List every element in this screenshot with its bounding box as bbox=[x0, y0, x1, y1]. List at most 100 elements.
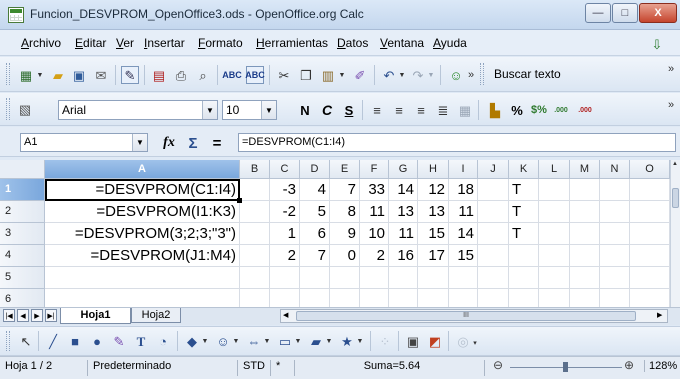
cell-n5[interactable] bbox=[600, 267, 630, 289]
cell-f3[interactable]: 10 bbox=[360, 223, 389, 245]
cell-c6[interactable] bbox=[270, 289, 300, 307]
formula-input[interactable]: =DESVPROM(C1:I4) bbox=[238, 133, 676, 152]
cell-g3[interactable]: 11 bbox=[389, 223, 418, 245]
arrows-dropdown-icon[interactable]: ▼ bbox=[264, 332, 271, 350]
cell-j2[interactable] bbox=[478, 201, 509, 223]
menu-archivo[interactable]: Archivo bbox=[21, 36, 61, 50]
email-icon[interactable]: ✉ bbox=[92, 66, 110, 84]
minimize-button[interactable]: — bbox=[585, 3, 611, 23]
percent-format-button[interactable]: % bbox=[508, 101, 526, 119]
function-wizard-button[interactable]: fx bbox=[160, 134, 178, 152]
row-header[interactable]: 5 bbox=[0, 267, 45, 289]
cell-d6[interactable] bbox=[300, 289, 330, 307]
cell-k5[interactable] bbox=[509, 267, 539, 289]
cell-f2[interactable]: 11 bbox=[360, 201, 389, 223]
column-header-c[interactable]: C bbox=[270, 160, 300, 179]
font-name-select[interactable]: Arial ▼ bbox=[58, 100, 218, 120]
chevron-down-icon[interactable]: ▼ bbox=[202, 101, 217, 119]
row-header[interactable]: 6 bbox=[0, 289, 45, 307]
cell-o3[interactable] bbox=[630, 223, 670, 245]
cell-j1[interactable] bbox=[478, 179, 509, 201]
add-decimal-button[interactable]: .000 bbox=[552, 101, 570, 119]
scroll-right-icon[interactable]: ▶ bbox=[657, 311, 662, 319]
cell-k4[interactable] bbox=[509, 245, 539, 267]
cell-e3[interactable]: 9 bbox=[330, 223, 360, 245]
zoom-in-icon[interactable]: ⊕ bbox=[624, 358, 634, 372]
delete-decimal-button[interactable]: .000 bbox=[576, 101, 594, 119]
cell-h4[interactable]: 17 bbox=[418, 245, 449, 267]
update-icon[interactable]: ⇩ bbox=[648, 35, 666, 53]
column-header-d[interactable]: D bbox=[300, 160, 330, 179]
cell-g1[interactable]: 14 bbox=[389, 179, 418, 201]
cell-c5[interactable] bbox=[270, 267, 300, 289]
cell-c4[interactable]: 2 bbox=[270, 245, 300, 267]
menu-datos[interactable]: Datos bbox=[337, 36, 368, 50]
cell-h6[interactable] bbox=[418, 289, 449, 307]
new-document-icon[interactable]: ▦ bbox=[17, 66, 35, 84]
toolbar-overflow-icon[interactable]: » bbox=[468, 66, 474, 84]
cell-a2[interactable]: =DESVPROM(I1:K3) bbox=[45, 201, 240, 223]
last-sheet-icon[interactable]: ▶| bbox=[45, 309, 57, 322]
row-header[interactable]: 3 bbox=[0, 223, 45, 245]
cell-e4[interactable]: 0 bbox=[330, 245, 360, 267]
cell-o1[interactable] bbox=[630, 179, 670, 201]
paste-dropdown-icon[interactable]: ▼ bbox=[339, 66, 346, 84]
zoom-slider-thumb[interactable] bbox=[563, 362, 568, 372]
cell-e2[interactable]: 8 bbox=[330, 201, 360, 223]
cell-i6[interactable] bbox=[449, 289, 478, 307]
column-header-m[interactable]: M bbox=[570, 160, 600, 179]
toolbar-overflow-icon[interactable]: ▾ bbox=[472, 334, 478, 352]
cell-a6[interactable] bbox=[45, 289, 240, 307]
symbol-shapes-icon[interactable]: ☺ bbox=[214, 332, 232, 350]
row-header[interactable]: 4 bbox=[0, 245, 45, 267]
cell-o2[interactable] bbox=[630, 201, 670, 223]
callout-icon[interactable]: ◔ bbox=[154, 332, 172, 350]
menu-ayuda[interactable]: Ayuda bbox=[433, 36, 467, 50]
cell-n3[interactable] bbox=[600, 223, 630, 245]
column-header-f[interactable]: F bbox=[360, 160, 389, 179]
cell-n1[interactable] bbox=[600, 179, 630, 201]
cell-a5[interactable] bbox=[45, 267, 240, 289]
cell-h5[interactable] bbox=[418, 267, 449, 289]
ellipse-icon[interactable]: ● bbox=[88, 332, 106, 350]
cell-d5[interactable] bbox=[300, 267, 330, 289]
toolbar-overflow-icon[interactable]: » bbox=[668, 96, 674, 114]
cell-j6[interactable] bbox=[478, 289, 509, 307]
styles-icon[interactable]: ▧ bbox=[16, 100, 34, 118]
cell-m6[interactable] bbox=[570, 289, 600, 307]
cell-b4[interactable] bbox=[240, 245, 270, 267]
callouts-dropdown-icon[interactable]: ▼ bbox=[326, 332, 333, 350]
cell-d1[interactable]: 4 bbox=[300, 179, 330, 201]
column-header-h[interactable]: H bbox=[418, 160, 449, 179]
print-preview-icon[interactable]: ⌕ bbox=[194, 66, 212, 84]
undo-icon[interactable]: ↶ bbox=[380, 66, 398, 84]
sum-button[interactable]: Σ bbox=[184, 134, 202, 152]
merge-cells-icon[interactable]: ▦ bbox=[456, 101, 474, 119]
cell-h1[interactable]: 12 bbox=[418, 179, 449, 201]
block-arrows-icon[interactable]: ⇔ bbox=[245, 332, 263, 350]
function-button[interactable]: = bbox=[208, 134, 226, 152]
align-right-icon[interactable]: ≡ bbox=[412, 101, 430, 119]
basic-shapes-icon[interactable]: ◆ bbox=[183, 332, 201, 350]
column-header-i[interactable]: I bbox=[449, 160, 478, 179]
cell-l6[interactable] bbox=[539, 289, 570, 307]
cell-o4[interactable] bbox=[630, 245, 670, 267]
cut-icon[interactable]: ✂ bbox=[275, 66, 293, 84]
column-header-g[interactable]: G bbox=[389, 160, 418, 179]
flowchart-icon[interactable]: ▭ bbox=[276, 332, 294, 350]
cell-c3[interactable]: 1 bbox=[270, 223, 300, 245]
cell-l1[interactable] bbox=[539, 179, 570, 201]
status-page-style[interactable]: Predeterminado bbox=[88, 360, 238, 376]
from-file-icon[interactable]: ◩ bbox=[426, 332, 444, 350]
toolbar-grip[interactable] bbox=[6, 63, 10, 85]
next-sheet-icon[interactable]: ▶ bbox=[31, 309, 43, 322]
symbols-dropdown-icon[interactable]: ▼ bbox=[233, 332, 240, 350]
cell-b2[interactable] bbox=[240, 201, 270, 223]
navigator-icon[interactable]: ☺ bbox=[447, 66, 465, 84]
menu-editar[interactable]: Editar bbox=[75, 36, 106, 50]
cell-d4[interactable]: 7 bbox=[300, 245, 330, 267]
cell-f1[interactable]: 33 bbox=[360, 179, 389, 201]
name-box[interactable]: A1 ▼ bbox=[20, 133, 148, 152]
cell-g4[interactable]: 16 bbox=[389, 245, 418, 267]
cell-j5[interactable] bbox=[478, 267, 509, 289]
